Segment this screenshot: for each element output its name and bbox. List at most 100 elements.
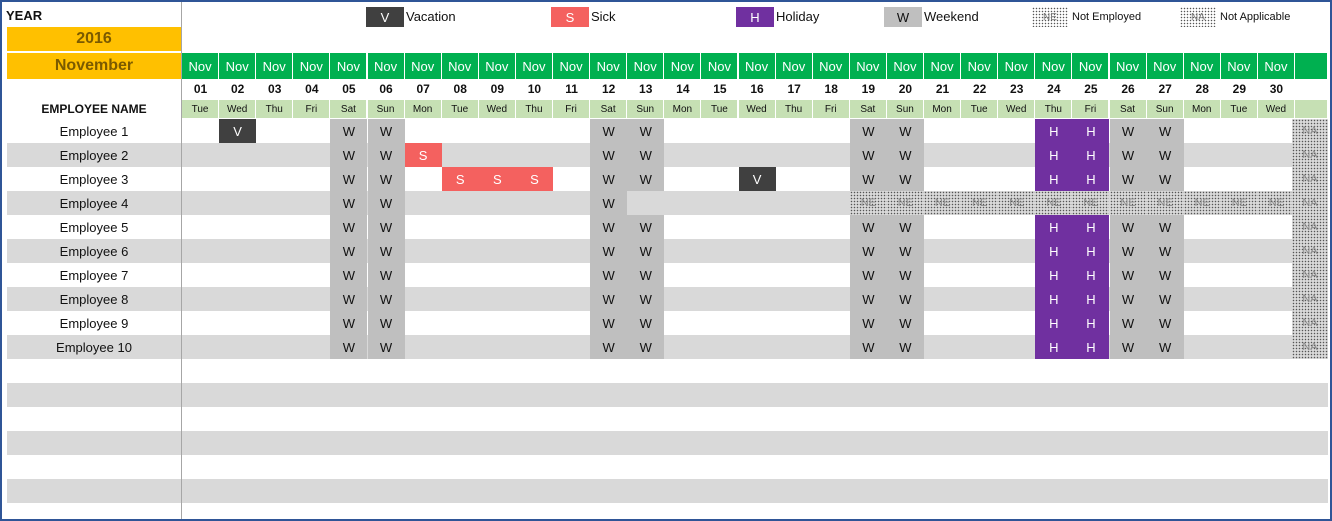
attendance-cell-w[interactable]: W	[330, 311, 368, 335]
attendance-cell-s[interactable]: S	[404, 143, 442, 167]
attendance-cell-w[interactable]: W	[886, 335, 924, 359]
attendance-cell-w[interactable]: W	[330, 119, 368, 143]
attendance-cell-na[interactable]: NA	[1292, 143, 1328, 167]
attendance-cell-w[interactable]: W	[886, 143, 924, 167]
attendance-cell-w[interactable]: W	[330, 335, 368, 359]
attendance-cell-w[interactable]: W	[367, 191, 405, 215]
attendance-cell-w[interactable]: W	[330, 239, 368, 263]
attendance-cell-h[interactable]: H	[1035, 287, 1073, 311]
attendance-cell-ne[interactable]: NE	[998, 191, 1036, 215]
attendance-cell-v[interactable]: V	[219, 119, 257, 143]
attendance-cell-w[interactable]: W	[367, 287, 405, 311]
attendance-cell-w[interactable]: W	[590, 119, 628, 143]
attendance-cell-h[interactable]: H	[1072, 335, 1110, 359]
attendance-cell-h[interactable]: H	[1072, 215, 1110, 239]
attendance-cell-h[interactable]: H	[1072, 143, 1110, 167]
attendance-cell-h[interactable]: H	[1035, 167, 1073, 191]
employee-name[interactable]: Employee 8	[7, 287, 181, 311]
attendance-cell-w[interactable]: W	[886, 215, 924, 239]
employee-name[interactable]: Employee 7	[7, 263, 181, 287]
attendance-cell-h[interactable]: H	[1035, 119, 1073, 143]
attendance-cell-w[interactable]: W	[627, 215, 665, 239]
attendance-cell-s[interactable]: S	[515, 167, 553, 191]
attendance-cell-w[interactable]: W	[367, 119, 405, 143]
attendance-cell-h[interactable]: H	[1072, 119, 1110, 143]
year-value-cell[interactable]: 2016	[7, 27, 181, 53]
attendance-cell-ne[interactable]: NE	[886, 191, 924, 215]
employee-name[interactable]: Employee 10	[7, 335, 181, 359]
attendance-cell-w[interactable]: W	[1146, 239, 1184, 263]
attendance-cell-h[interactable]: H	[1035, 311, 1073, 335]
employee-name[interactable]: Employee 3	[7, 167, 181, 191]
attendance-cell-h[interactable]: H	[1072, 239, 1110, 263]
employee-name[interactable]: Employee 2	[7, 143, 181, 167]
attendance-cell-w[interactable]: W	[330, 215, 368, 239]
attendance-cell-w[interactable]: W	[886, 167, 924, 191]
attendance-cell-na[interactable]: NA	[1292, 119, 1328, 143]
attendance-cell-w[interactable]: W	[330, 287, 368, 311]
employee-name[interactable]: Employee 6	[7, 239, 181, 263]
attendance-cell-na[interactable]: NA	[1292, 263, 1328, 287]
attendance-cell-ne[interactable]: NE	[1072, 191, 1110, 215]
attendance-cell-w[interactable]: W	[849, 119, 887, 143]
attendance-cell-w[interactable]: W	[627, 167, 665, 191]
attendance-cell-w[interactable]: W	[849, 287, 887, 311]
attendance-cell-w[interactable]: W	[627, 311, 665, 335]
attendance-cell-w[interactable]: W	[1146, 215, 1184, 239]
attendance-cell-w[interactable]: W	[627, 143, 665, 167]
attendance-cell-w[interactable]: W	[849, 167, 887, 191]
attendance-cell-w[interactable]: W	[627, 287, 665, 311]
attendance-cell-w[interactable]: W	[886, 239, 924, 263]
attendance-cell-h[interactable]: H	[1072, 311, 1110, 335]
attendance-cell-ne[interactable]: NE	[1257, 191, 1295, 215]
attendance-cell-w[interactable]: W	[886, 311, 924, 335]
attendance-cell-na[interactable]: NA	[1292, 167, 1328, 191]
attendance-cell-w[interactable]: W	[330, 191, 368, 215]
attendance-cell-w[interactable]: W	[590, 263, 628, 287]
attendance-cell-w[interactable]: W	[1146, 119, 1184, 143]
attendance-cell-w[interactable]: W	[849, 311, 887, 335]
attendance-cell-w[interactable]: W	[1146, 311, 1184, 335]
attendance-cell-h[interactable]: H	[1072, 167, 1110, 191]
attendance-cell-w[interactable]: W	[627, 263, 665, 287]
attendance-cell-w[interactable]: W	[1109, 239, 1147, 263]
attendance-cell-w[interactable]: W	[627, 335, 665, 359]
attendance-cell-w[interactable]: W	[1109, 215, 1147, 239]
month-value-cell[interactable]: November	[7, 53, 181, 79]
attendance-cell-w[interactable]: W	[849, 239, 887, 263]
attendance-cell-w[interactable]: W	[367, 263, 405, 287]
attendance-cell-w[interactable]: W	[367, 311, 405, 335]
attendance-cell-w[interactable]: W	[1109, 287, 1147, 311]
attendance-cell-h[interactable]: H	[1035, 335, 1073, 359]
attendance-cell-w[interactable]: W	[1146, 167, 1184, 191]
attendance-cell-w[interactable]: W	[886, 263, 924, 287]
attendance-cell-w[interactable]: W	[1146, 335, 1184, 359]
attendance-cell-w[interactable]: W	[590, 335, 628, 359]
attendance-cell-w[interactable]: W	[330, 263, 368, 287]
attendance-cell-w[interactable]: W	[330, 167, 368, 191]
attendance-cell-w[interactable]: W	[849, 215, 887, 239]
attendance-cell-ne[interactable]: NE	[924, 191, 962, 215]
attendance-cell-v[interactable]: V	[738, 167, 776, 191]
attendance-cell-w[interactable]: W	[1109, 143, 1147, 167]
employee-name[interactable]: Employee 9	[7, 311, 181, 335]
attendance-cell-na[interactable]: NA	[1292, 287, 1328, 311]
employee-name[interactable]: Employee 1	[7, 119, 181, 143]
attendance-cell-w[interactable]: W	[849, 143, 887, 167]
attendance-cell-s[interactable]: S	[441, 167, 479, 191]
attendance-cell-h[interactable]: H	[1072, 263, 1110, 287]
attendance-cell-w[interactable]: W	[367, 215, 405, 239]
attendance-cell-na[interactable]: NA	[1292, 191, 1328, 215]
attendance-cell-na[interactable]: NA	[1292, 335, 1328, 359]
attendance-cell-w[interactable]: W	[590, 287, 628, 311]
attendance-cell-w[interactable]: W	[627, 119, 665, 143]
attendance-cell-w[interactable]: W	[367, 143, 405, 167]
attendance-cell-s[interactable]: S	[478, 167, 516, 191]
attendance-cell-w[interactable]: W	[367, 167, 405, 191]
attendance-cell-ne[interactable]: NE	[1220, 191, 1258, 215]
attendance-cell-w[interactable]: W	[1109, 119, 1147, 143]
attendance-cell-w[interactable]: W	[849, 263, 887, 287]
attendance-cell-h[interactable]: H	[1035, 215, 1073, 239]
attendance-cell-w[interactable]: W	[590, 191, 628, 215]
attendance-cell-ne[interactable]: NE	[849, 191, 887, 215]
